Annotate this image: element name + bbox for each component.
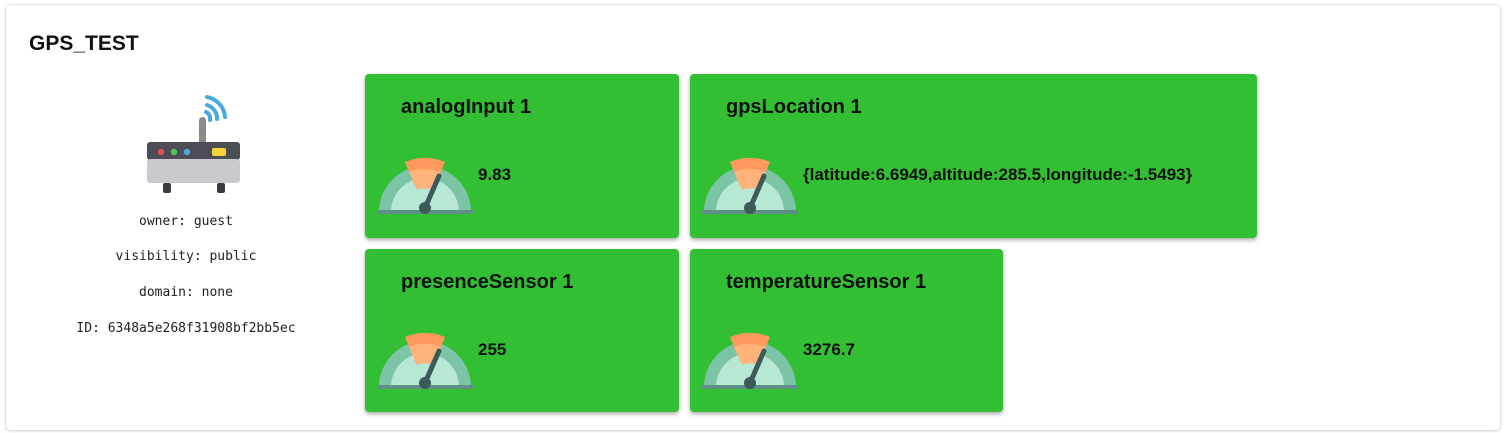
- domain-text: domain: none: [139, 285, 233, 300]
- sensor-value: 3276.7: [803, 340, 855, 359]
- sensor-title: presenceSensor 1: [401, 271, 574, 293]
- gauge-icon: [702, 332, 798, 389]
- sensor-value: 255: [478, 340, 507, 359]
- device-id-text: ID: 6348a5e268f31908bf2bb5ec: [76, 321, 296, 336]
- router-icon: [147, 95, 240, 193]
- sensor-card-gps-location[interactable]: gpsLocation 1 {latitude:6.6949,altitude:…: [690, 74, 1257, 238]
- sensor-card-temperature-sensor[interactable]: temperatureSensor 1 3276.7: [690, 249, 1003, 412]
- sensor-value: 9.83: [478, 165, 512, 184]
- sensor-title: gpsLocation 1: [726, 96, 862, 118]
- sensor-title: temperatureSensor 1: [726, 271, 927, 293]
- visibility-text: visibility: public: [115, 249, 257, 264]
- device-title: GPS_TEST: [29, 32, 139, 55]
- gauge-icon: [377, 332, 473, 389]
- sensor-title: analogInput 1: [401, 96, 531, 118]
- sensor-value: {latitude:6.6949,altitude:285.5,longitud…: [803, 165, 1193, 184]
- owner-text: owner: guest: [139, 214, 233, 229]
- sensor-card-analog-input[interactable]: analogInput 1 9.83: [365, 74, 679, 238]
- sensor-card-presence-sensor[interactable]: presenceSensor 1 255: [365, 249, 679, 412]
- gauge-icon: [702, 157, 798, 214]
- gauge-icon: [377, 157, 473, 214]
